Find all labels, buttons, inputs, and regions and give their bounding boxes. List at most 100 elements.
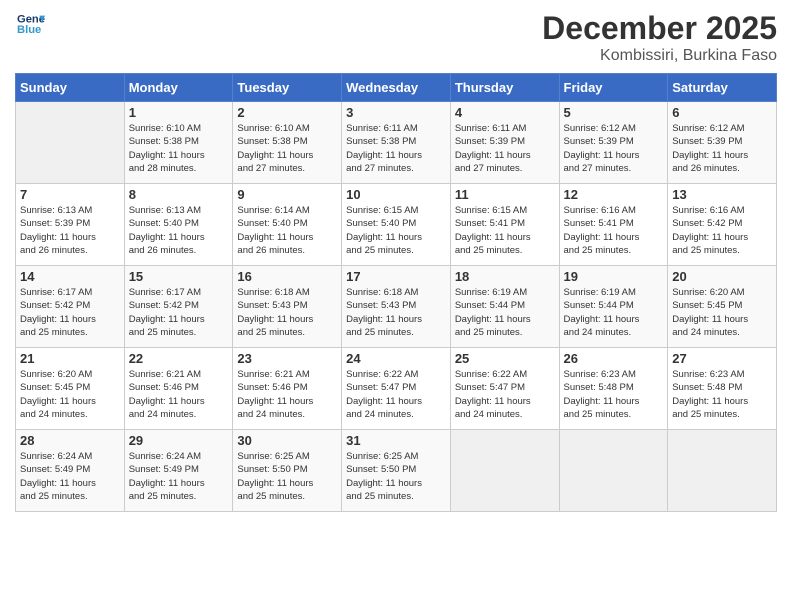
day-number: 19 [564,269,664,284]
day-info: Sunrise: 6:25 AM Sunset: 5:50 PM Dayligh… [346,450,446,503]
location-title: Kombissiri, Burkina Faso [542,47,777,65]
calendar-cell: 9 Sunrise: 6:14 AM Sunset: 5:40 PM Daylig… [233,184,342,266]
calendar-cell: 31 Sunrise: 6:25 AM Sunset: 5:50 PM Dayli… [342,430,451,512]
day-info: Sunrise: 6:23 AM Sunset: 5:48 PM Dayligh… [564,368,664,421]
day-info: Sunrise: 6:15 AM Sunset: 5:41 PM Dayligh… [455,204,555,257]
day-info: Sunrise: 6:22 AM Sunset: 5:47 PM Dayligh… [346,368,446,421]
day-info: Sunrise: 6:25 AM Sunset: 5:50 PM Dayligh… [237,450,337,503]
weekday-header-monday: Monday [124,74,233,102]
week-row-4: 28 Sunrise: 6:24 AM Sunset: 5:49 PM Dayli… [16,430,777,512]
weekday-header-tuesday: Tuesday [233,74,342,102]
calendar-cell: 23 Sunrise: 6:21 AM Sunset: 5:46 PM Dayli… [233,348,342,430]
day-info: Sunrise: 6:24 AM Sunset: 5:49 PM Dayligh… [20,450,120,503]
month-title: December 2025 [542,10,777,47]
day-info: Sunrise: 6:17 AM Sunset: 5:42 PM Dayligh… [129,286,229,339]
calendar-cell: 2Sunrise: 6:10 AM Sunset: 5:38 PM Daylig… [233,102,342,184]
day-info: Sunrise: 6:15 AM Sunset: 5:40 PM Dayligh… [346,204,446,257]
calendar-cell: 15 Sunrise: 6:17 AM Sunset: 5:42 PM Dayli… [124,266,233,348]
calendar-cell: 20 Sunrise: 6:20 AM Sunset: 5:45 PM Dayli… [668,266,777,348]
logo-icon: General Blue [17,10,45,38]
day-info: Sunrise: 6:20 AM Sunset: 5:45 PM Dayligh… [672,286,772,339]
calendar-cell: 22 Sunrise: 6:21 AM Sunset: 5:46 PM Dayli… [124,348,233,430]
calendar-cell: 5Sunrise: 6:12 AM Sunset: 5:39 PM Daylig… [559,102,668,184]
day-info: Sunrise: 6:14 AM Sunset: 5:40 PM Dayligh… [237,204,337,257]
day-info: Sunrise: 6:13 AM Sunset: 5:39 PM Dayligh… [20,204,120,257]
day-number: 1 [129,105,229,120]
day-info: Sunrise: 6:20 AM Sunset: 5:45 PM Dayligh… [20,368,120,421]
weekday-header-thursday: Thursday [450,74,559,102]
calendar-cell: 6 Sunrise: 6:12 AM Sunset: 5:39 PM Daylig… [668,102,777,184]
day-info: Sunrise: 6:24 AM Sunset: 5:49 PM Dayligh… [129,450,229,503]
calendar-cell: 27 Sunrise: 6:23 AM Sunset: 5:48 PM Dayli… [668,348,777,430]
day-number: 24 [346,351,446,366]
day-number: 18 [455,269,555,284]
weekday-header-friday: Friday [559,74,668,102]
calendar-cell: 7Sunrise: 6:13 AM Sunset: 5:39 PM Daylig… [16,184,125,266]
week-row-2: 14 Sunrise: 6:17 AM Sunset: 5:42 PM Dayli… [16,266,777,348]
calendar-cell: 3 Sunrise: 6:11 AM Sunset: 5:38 PM Daylig… [342,102,451,184]
day-info: Sunrise: 6:21 AM Sunset: 5:46 PM Dayligh… [129,368,229,421]
day-number: 23 [237,351,337,366]
day-number: 26 [564,351,664,366]
calendar-cell: 21 Sunrise: 6:20 AM Sunset: 5:45 PM Dayli… [16,348,125,430]
day-number: 2 [237,105,337,120]
calendar-cell: 13Sunrise: 6:16 AM Sunset: 5:42 PM Dayli… [668,184,777,266]
calendar-cell [668,430,777,512]
day-info: Sunrise: 6:19 AM Sunset: 5:44 PM Dayligh… [455,286,555,339]
title-area: December 2025 Kombissiri, Burkina Faso [542,10,777,65]
calendar-cell: 1 Sunrise: 6:10 AM Sunset: 5:38 PM Daylig… [124,102,233,184]
calendar-cell: 11Sunrise: 6:15 AM Sunset: 5:41 PM Dayli… [450,184,559,266]
day-info: Sunrise: 6:11 AM Sunset: 5:39 PM Dayligh… [455,122,555,175]
day-number: 29 [129,433,229,448]
day-info: Sunrise: 6:16 AM Sunset: 5:41 PM Dayligh… [564,204,664,257]
day-number: 15 [129,269,229,284]
day-number: 4 [455,105,555,120]
day-info: Sunrise: 6:18 AM Sunset: 5:43 PM Dayligh… [237,286,337,339]
day-info: Sunrise: 6:11 AM Sunset: 5:38 PM Dayligh… [346,122,446,175]
day-number: 8 [129,187,229,202]
day-number: 28 [20,433,120,448]
day-info: Sunrise: 6:12 AM Sunset: 5:39 PM Dayligh… [564,122,664,175]
svg-text:Blue: Blue [17,24,41,36]
calendar-cell [16,102,125,184]
page-container: General Blue December 2025 Kombissiri, B… [0,0,792,522]
day-number: 21 [20,351,120,366]
weekday-header-row: SundayMondayTuesdayWednesdayThursdayFrid… [16,74,777,102]
day-number: 9 [237,187,337,202]
day-number: 16 [237,269,337,284]
day-info: Sunrise: 6:12 AM Sunset: 5:39 PM Dayligh… [672,122,772,175]
day-number: 20 [672,269,772,284]
day-info: Sunrise: 6:19 AM Sunset: 5:44 PM Dayligh… [564,286,664,339]
day-number: 27 [672,351,772,366]
calendar-cell: 30Sunrise: 6:25 AM Sunset: 5:50 PM Dayli… [233,430,342,512]
calendar-cell: 18 Sunrise: 6:19 AM Sunset: 5:44 PM Dayli… [450,266,559,348]
day-info: Sunrise: 6:21 AM Sunset: 5:46 PM Dayligh… [237,368,337,421]
calendar-cell: 16 Sunrise: 6:18 AM Sunset: 5:43 PM Dayli… [233,266,342,348]
day-number: 3 [346,105,446,120]
calendar-table: SundayMondayTuesdayWednesdayThursdayFrid… [15,73,777,512]
calendar-cell: 29 Sunrise: 6:24 AM Sunset: 5:49 PM Dayli… [124,430,233,512]
weekday-header-saturday: Saturday [668,74,777,102]
calendar-cell: 28 Sunrise: 6:24 AM Sunset: 5:49 PM Dayli… [16,430,125,512]
day-number: 31 [346,433,446,448]
calendar-cell [559,430,668,512]
calendar-cell [450,430,559,512]
day-info: Sunrise: 6:23 AM Sunset: 5:48 PM Dayligh… [672,368,772,421]
calendar-cell: 8 Sunrise: 6:13 AM Sunset: 5:40 PM Daylig… [124,184,233,266]
day-info: Sunrise: 6:10 AM Sunset: 5:38 PM Dayligh… [129,122,229,175]
week-row-3: 21 Sunrise: 6:20 AM Sunset: 5:45 PM Dayli… [16,348,777,430]
day-number: 14 [20,269,120,284]
calendar-cell: 24 Sunrise: 6:22 AM Sunset: 5:47 PM Dayli… [342,348,451,430]
logo: General Blue [15,10,45,38]
calendar-cell: 19 Sunrise: 6:19 AM Sunset: 5:44 PM Dayli… [559,266,668,348]
day-number: 22 [129,351,229,366]
day-number: 6 [672,105,772,120]
day-info: Sunrise: 6:13 AM Sunset: 5:40 PM Dayligh… [129,204,229,257]
calendar-cell: 14Sunrise: 6:17 AM Sunset: 5:42 PM Dayli… [16,266,125,348]
day-number: 17 [346,269,446,284]
calendar-cell: 17Sunrise: 6:18 AM Sunset: 5:43 PM Dayli… [342,266,451,348]
calendar-cell: 12 Sunrise: 6:16 AM Sunset: 5:41 PM Dayli… [559,184,668,266]
day-number: 12 [564,187,664,202]
day-number: 25 [455,351,555,366]
day-info: Sunrise: 6:16 AM Sunset: 5:42 PM Dayligh… [672,204,772,257]
